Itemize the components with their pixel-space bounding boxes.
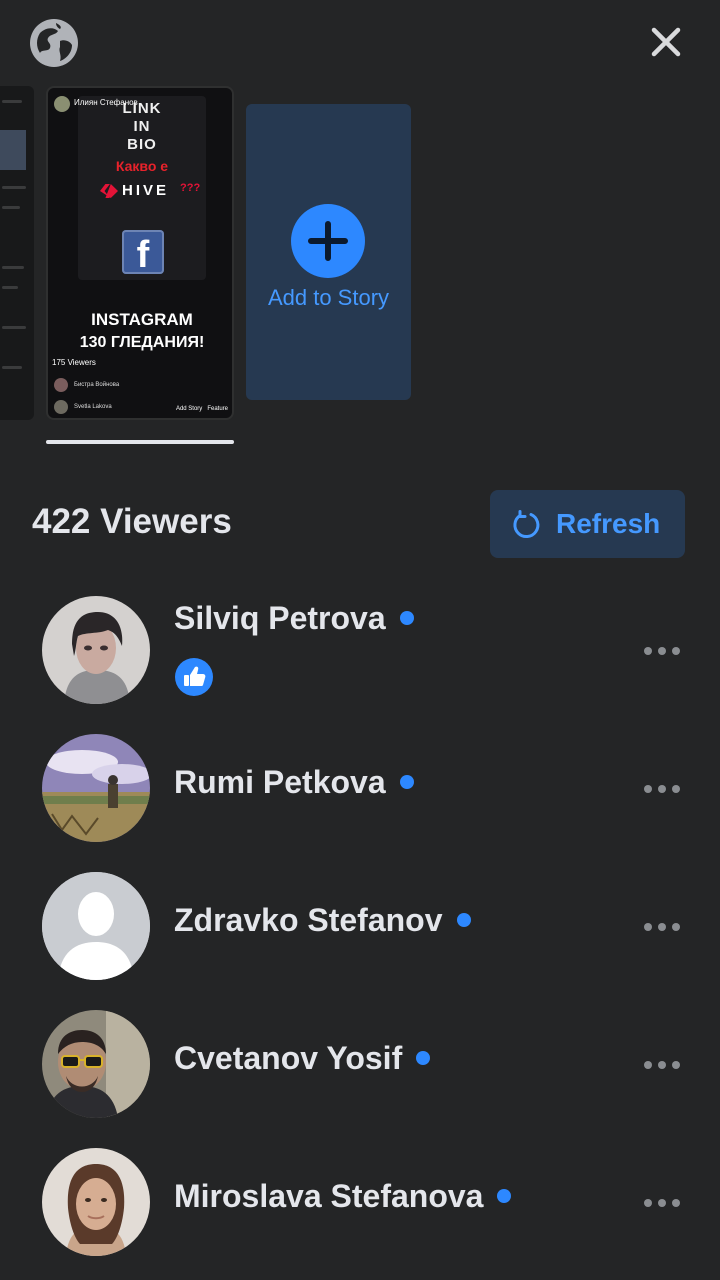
viewer-name[interactable]: Rumi Petkova	[174, 764, 386, 800]
story-viewer-row: Бистра Войнова	[54, 378, 230, 394]
story-text-instagram: INSTAGRAM	[91, 310, 193, 329]
story-actions: Add Story Feature	[176, 406, 228, 412]
online-status-dot	[497, 1189, 512, 1203]
online-status-dot	[416, 1051, 431, 1065]
story-text-hive: HIVE	[122, 182, 170, 199]
story-viewers-count: 175 Viewers	[52, 358, 96, 367]
viewer-name-wrap: Miroslava Stefanova	[174, 1178, 512, 1215]
online-status-dot	[399, 775, 414, 789]
story-text-views: 130 ГЛЕДАНИЯ!	[79, 334, 205, 351]
refresh-label: Refresh	[556, 508, 661, 539]
story-text-bio: BIO	[127, 136, 157, 153]
avatar[interactable]	[42, 734, 150, 842]
top-bar	[0, 0, 720, 84]
viewer-name[interactable]: Cvetanov Yosif	[174, 1040, 402, 1076]
close-icon[interactable]	[646, 22, 686, 62]
viewer-name-wrap: Rumi Petkova	[174, 764, 414, 801]
more-options-icon[interactable]	[644, 921, 680, 933]
viewer-name[interactable]: Silviq Petrova	[174, 600, 386, 636]
story-text-link: LINK	[122, 100, 162, 117]
globe-icon[interactable]	[30, 19, 78, 67]
plus-icon	[291, 204, 365, 278]
online-status-dot	[399, 611, 414, 625]
viewer-row[interactable]: Cvetanov Yosif	[0, 1004, 720, 1124]
story-viewer-name: Svetla Lakova	[74, 404, 112, 410]
avatar[interactable]	[42, 1148, 150, 1256]
avatar	[54, 378, 68, 392]
viewer-row[interactable]: Zdravko Stefanov	[0, 866, 720, 986]
more-options-icon[interactable]	[644, 1197, 680, 1209]
refresh-button[interactable]: Refresh	[490, 490, 685, 558]
viewer-row[interactable]: Miroslava Stefanova	[0, 1142, 720, 1262]
avatar	[54, 400, 68, 414]
viewer-name-wrap: Silviq Petrova	[174, 600, 414, 637]
like-reaction-icon	[175, 658, 213, 696]
avatar[interactable]	[42, 872, 150, 980]
viewer-name-wrap: Cvetanov Yosif	[174, 1040, 431, 1077]
story-text-in: IN	[133, 118, 151, 135]
viewer-name[interactable]: Zdravko Stefanov	[174, 902, 443, 938]
previous-story-thumbnail[interactable]	[0, 86, 34, 420]
current-story-thumbnail[interactable]: Илиян Стефанов LINK IN BIO Какво е HIVE …	[46, 86, 234, 420]
viewer-row[interactable]: Rumi Petkova	[0, 728, 720, 848]
story-add-story-label: Add Story	[175, 406, 203, 412]
story-viewer-name: Бистра Войнова	[74, 382, 120, 388]
add-to-story-label: Add to Story	[267, 285, 390, 310]
avatar[interactable]	[42, 1010, 150, 1118]
avatar[interactable]	[42, 596, 150, 704]
viewer-row[interactable]: Silviq Petrova	[0, 590, 720, 710]
online-status-dot	[456, 913, 471, 927]
viewers-count-heading: 422 Viewers	[32, 502, 232, 541]
add-to-story-button[interactable]: Add to Story	[246, 104, 411, 400]
more-options-icon[interactable]	[644, 1059, 680, 1071]
refresh-icon	[513, 510, 540, 538]
story-text-hive-q: ???	[180, 182, 201, 194]
more-options-icon[interactable]	[644, 645, 680, 657]
more-options-icon[interactable]	[644, 783, 680, 795]
facebook-logo-icon: f	[122, 230, 164, 276]
selected-story-indicator	[46, 440, 234, 444]
story-feature-label: Feature	[207, 406, 228, 412]
story-text-kakvo: Какво е	[115, 158, 169, 174]
viewer-name[interactable]: Miroslava Stefanova	[174, 1178, 483, 1214]
viewer-name-wrap: Zdravko Stefanov	[174, 902, 471, 939]
